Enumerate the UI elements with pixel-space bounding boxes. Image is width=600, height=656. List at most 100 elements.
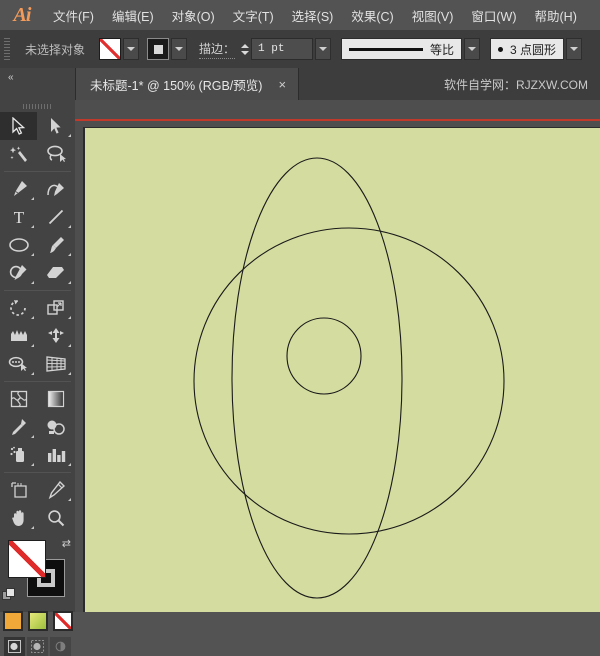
document-tab-bar: « 未标题-1* @ 150% (RGB/预览) × 软件自学网：RJZXW.C…	[0, 68, 600, 104]
width-tool[interactable]	[0, 322, 37, 350]
chevron-down-icon	[319, 47, 328, 51]
perspective-grid-tool[interactable]	[37, 350, 74, 378]
symbol-sprayer-tool[interactable]	[0, 441, 37, 469]
tool-corner-icon	[68, 344, 71, 347]
ellipse-tool[interactable]	[0, 231, 37, 259]
lasso-tool[interactable]	[37, 140, 74, 168]
tool-divider	[4, 472, 71, 473]
chevron-down-icon	[570, 47, 579, 51]
column-graph-tool[interactable]	[37, 441, 74, 469]
no-fill-slash-icon	[100, 39, 121, 59]
draw-normal-button[interactable]	[4, 637, 25, 656]
tool-corner-icon	[68, 372, 71, 375]
tool-corner-icon	[31, 225, 34, 228]
paintbrush-tool[interactable]	[37, 231, 74, 259]
selection-tool[interactable]	[0, 112, 37, 140]
menu-window[interactable]: 窗口(W)	[462, 0, 525, 30]
tool-corner-icon	[31, 372, 34, 375]
stroke-dropdown[interactable]	[171, 38, 188, 60]
menu-help[interactable]: 帮助(H)	[526, 0, 586, 30]
default-fill-stroke-icon[interactable]	[2, 588, 16, 602]
selection-status-label: 未选择对象	[25, 42, 86, 57]
tool-panel-grip[interactable]	[0, 100, 75, 112]
ai-logo-icon: Ai	[13, 3, 32, 26]
stroke-weight-dropdown[interactable]	[315, 38, 332, 60]
magic-wand-tool[interactable]	[0, 140, 37, 168]
color-mode-row	[0, 611, 75, 631]
swap-fill-stroke-icon[interactable]: ⇄	[62, 537, 71, 550]
chevron-down-icon	[468, 47, 477, 51]
scale-tool[interactable]	[37, 294, 74, 322]
menu-effect[interactable]: 效果(C)	[342, 0, 402, 30]
fill-color-swatch[interactable]	[8, 540, 46, 578]
stroke-weight-label[interactable]: 描边：	[199, 40, 236, 59]
tool-corner-icon	[68, 253, 71, 256]
artboard-tool[interactable]	[0, 476, 37, 504]
zoom-tool[interactable]	[37, 504, 74, 532]
width-profile-label: 等比	[430, 42, 455, 57]
menu-type[interactable]: 文字(T)	[224, 0, 283, 30]
tool-grid: T	[0, 112, 75, 532]
rotate-tool[interactable]	[0, 294, 37, 322]
tool-corner-icon	[68, 225, 71, 228]
none-slash-icon	[54, 613, 71, 629]
drawing-mode-row	[0, 637, 75, 656]
color-button[interactable]	[2, 611, 23, 631]
tool-corner-icon	[68, 281, 71, 284]
menu-bar: Ai 文件(F) 编辑(E) 对象(O) 文字(T) 选择(S) 效果(C) 视…	[0, 0, 600, 30]
gradient-tool[interactable]	[37, 385, 74, 413]
none-button[interactable]	[52, 611, 73, 631]
hand-tool[interactable]	[0, 504, 37, 532]
tool-divider	[4, 290, 71, 291]
menu-select[interactable]: 选择(S)	[283, 0, 343, 30]
draw-behind-button[interactable]	[27, 637, 48, 656]
blend-tool[interactable]	[37, 413, 74, 441]
pen-tool[interactable]	[0, 175, 37, 203]
watermark-text: 软件自学网：RJZXW.COM	[444, 77, 588, 92]
fill-swatch[interactable]	[99, 38, 122, 60]
menu-view[interactable]: 视图(V)	[403, 0, 463, 30]
direct-selection-tool[interactable]	[37, 112, 74, 140]
brush-definition-dropdown[interactable]	[566, 38, 583, 60]
shaper-tool[interactable]	[0, 259, 37, 287]
width-profile-dropdown[interactable]	[464, 38, 481, 60]
brush-definition-select[interactable]: 3 点圆形	[490, 38, 565, 60]
stroke-weight-stepper[interactable]	[240, 38, 250, 60]
tool-corner-icon	[68, 134, 71, 137]
tool-panel: T ⇄	[0, 100, 76, 656]
line-segment-tool[interactable]	[37, 203, 74, 231]
slice-tool[interactable]	[37, 476, 74, 504]
document-tab[interactable]: 未标题-1* @ 150% (RGB/预览) ×	[76, 68, 300, 100]
artboard[interactable]	[85, 128, 600, 612]
brush-definition-label: 3 点圆形	[510, 42, 557, 57]
type-tool[interactable]: T	[0, 203, 37, 231]
small-circle[interactable]	[286, 317, 362, 395]
stroke-inner-icon	[153, 44, 163, 54]
tool-panel-header: «	[0, 68, 76, 104]
stroke-weight-input[interactable]: 1 pt	[251, 38, 314, 60]
control-bar-grip[interactable]	[4, 38, 10, 60]
tool-corner-icon	[31, 316, 34, 319]
tool-corner-icon	[31, 344, 34, 347]
large-circle[interactable]	[193, 227, 505, 535]
draw-inside-button[interactable]	[50, 637, 71, 656]
control-bar: 未选择对象 描边： 1 pt 等比 3 点圆形	[0, 30, 600, 69]
document-top-rule	[75, 119, 600, 121]
menu-edit[interactable]: 编辑(E)	[103, 0, 163, 30]
curvature-tool[interactable]	[37, 175, 74, 203]
menu-file[interactable]: 文件(F)	[44, 0, 103, 30]
eraser-tool[interactable]	[37, 259, 74, 287]
chevron-down-icon	[175, 47, 184, 51]
mesh-tool[interactable]	[0, 385, 37, 413]
shape-builder-tool[interactable]	[0, 350, 37, 378]
collapse-panel-icon[interactable]: «	[8, 72, 13, 83]
close-icon[interactable]: ×	[278, 78, 286, 91]
gradient-button[interactable]	[27, 611, 48, 631]
width-profile-select[interactable]: 等比	[341, 38, 463, 60]
menu-object[interactable]: 对象(O)	[163, 0, 224, 30]
stroke-swatch[interactable]	[147, 38, 170, 60]
eyedropper-tool[interactable]	[0, 413, 37, 441]
fill-dropdown[interactable]	[123, 38, 140, 60]
tool-corner-icon	[68, 463, 71, 466]
free-transform-tool[interactable]	[37, 322, 74, 350]
